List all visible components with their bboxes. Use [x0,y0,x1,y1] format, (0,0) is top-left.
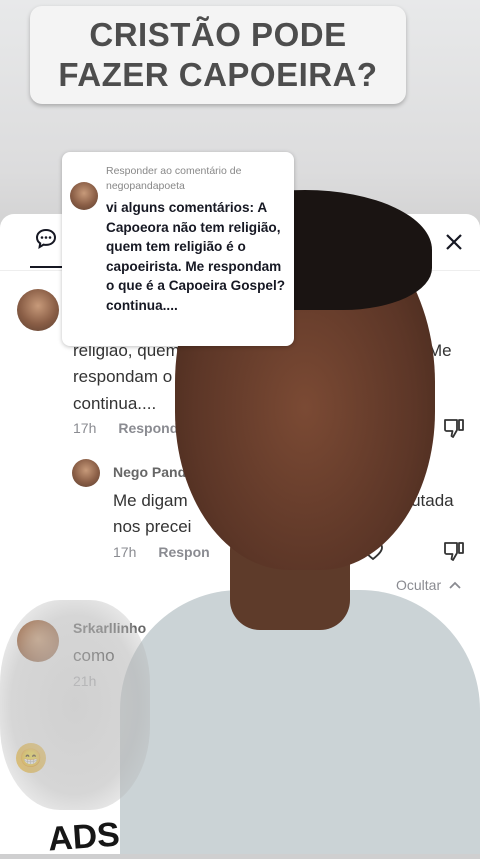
comment-2-reply-button[interactable]: Respon [158,544,209,560]
comment-2-time: 17h [113,544,137,560]
comment-1-line-2: respondam o [73,367,173,386]
avatar [70,182,98,210]
comment-1-time: 17h [73,420,97,436]
sliders-icon[interactable] [398,230,422,254]
avatar[interactable] [72,459,100,487]
active-tab-underline [30,266,62,268]
blurred-hand [0,600,150,810]
avatar[interactable] [17,289,59,331]
thumbs-down-icon[interactable] [442,416,466,440]
banner-line-2: FAZER CAPOEIRA? [58,56,378,93]
thumbs-down-icon[interactable] [442,666,466,690]
comment-2-line-1: Me digam [113,491,188,510]
comment-1-line-3: continua.... [73,394,157,413]
comment-2-username[interactable]: Nego Pand [113,464,186,480]
reply-to-username: negopandapoeta [106,180,185,192]
reply-to-text: vi alguns comentários: A Capoeora não te… [106,200,286,313]
hide-replies-label: Ocultar [396,577,442,593]
banner-line-1: CRISTÃO PODE [89,16,347,53]
hide-replies-link[interactable]: Ocultar [396,577,461,593]
chevron-up-icon [449,581,461,589]
heart-icon[interactable] [361,539,385,563]
close-icon[interactable] [442,230,466,254]
shirt-print-text: ADS [46,815,121,859]
comment-2-meta: 17h Respon [113,544,210,560]
comment-1-meta: 17h Respond [73,420,178,436]
reply-to-comment-bubble: Responder ao comentário de negopandapoet… [62,152,294,346]
reply-to-label: Responder ao comentário de [106,165,242,177]
thumbs-down-icon[interactable] [442,539,466,563]
comment-2-line-2: nos precei [113,517,192,536]
comment-bubble-icon [35,228,57,249]
comment-1-line-1-end: Me [428,341,452,360]
tab-comments[interactable] [30,228,62,268]
video-title-banner: CRISTÃO PODE FAZER CAPOEIRA? [30,6,406,104]
comment-2-line-1-end: a pautada [378,491,454,510]
comment-1-reply-button[interactable]: Respond [118,420,178,436]
